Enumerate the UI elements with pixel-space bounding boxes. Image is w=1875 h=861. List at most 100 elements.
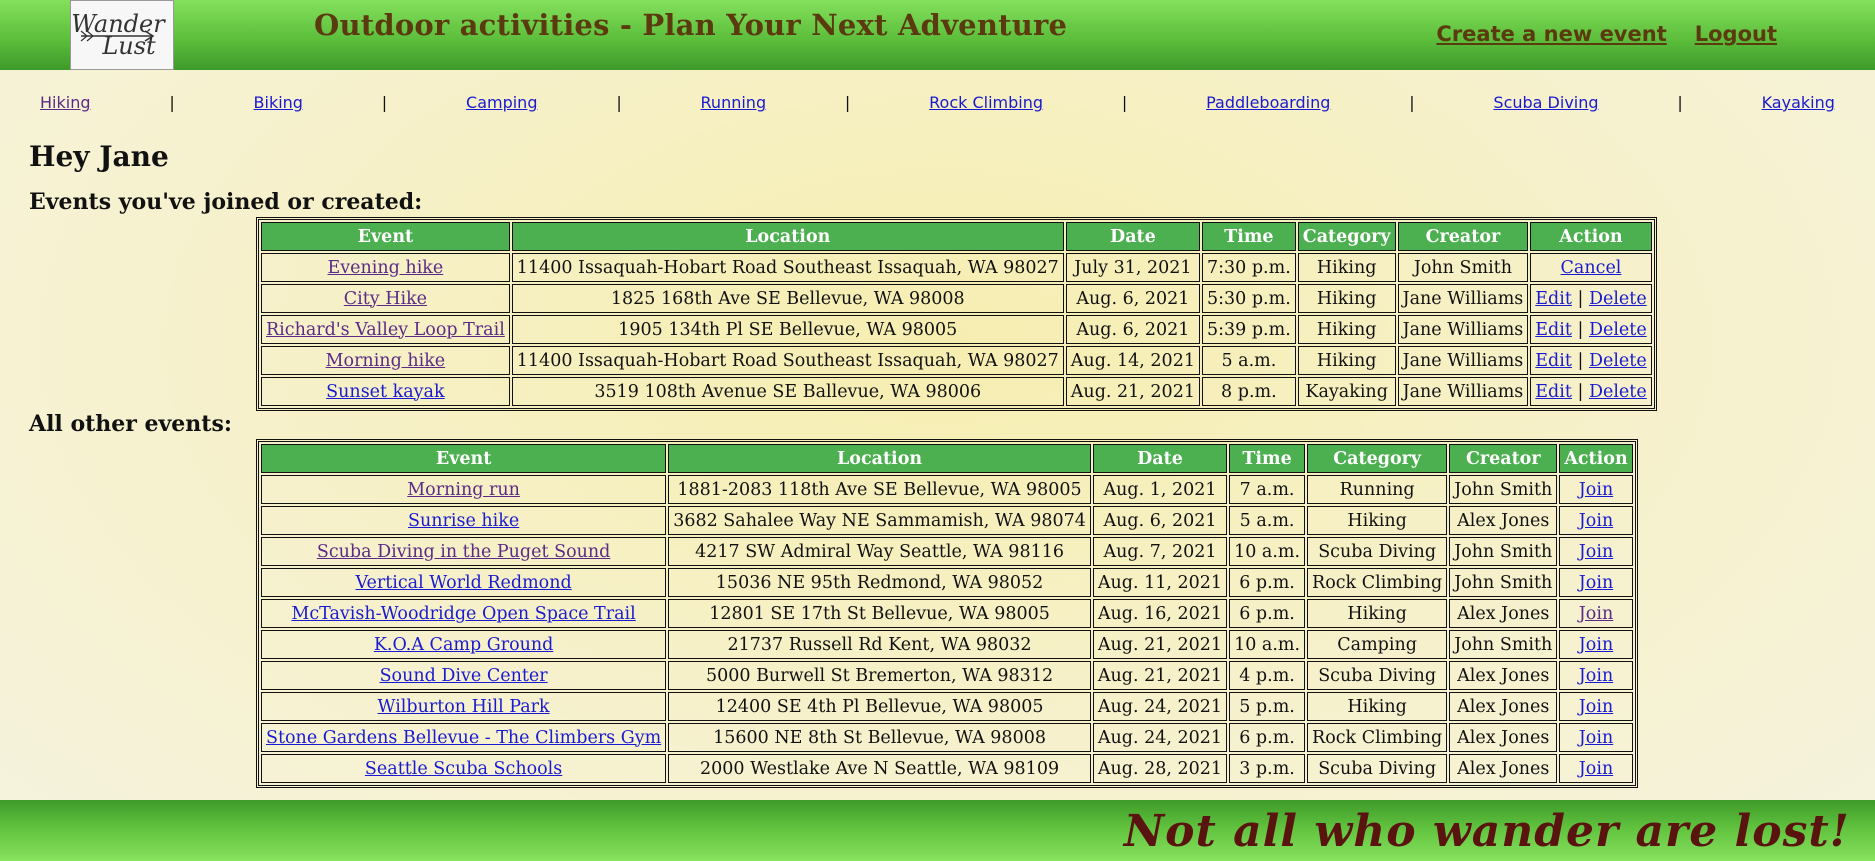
action-cell: Edit | Delete bbox=[1530, 346, 1652, 375]
creator-cell: Alex Jones bbox=[1449, 661, 1558, 690]
location-cell: 12801 SE 17th St Bellevue, WA 98005 bbox=[668, 599, 1091, 628]
date-cell: Aug. 11, 2021 bbox=[1092, 568, 1228, 597]
action-cell: Join bbox=[1559, 568, 1633, 597]
event-link[interactable]: Richard's Valley Loop Trail bbox=[266, 320, 505, 340]
time-cell: 5:39 p.m. bbox=[1201, 315, 1296, 344]
location-cell: 1825 168th Ave SE Bellevue, WA 98008 bbox=[511, 284, 1064, 313]
event-link[interactable]: McTavish-Woodridge Open Space Trail bbox=[291, 604, 635, 624]
event-link[interactable]: K.O.A Camp Ground bbox=[374, 635, 554, 655]
create-event-link[interactable]: Create a new event bbox=[1436, 22, 1666, 46]
nav-link-rock-climbing[interactable]: Rock Climbing bbox=[929, 93, 1043, 112]
join-link[interactable]: Join bbox=[1579, 759, 1613, 779]
nav-link-hiking[interactable]: Hiking bbox=[40, 93, 90, 112]
nav-link-camping[interactable]: Camping bbox=[466, 93, 537, 112]
event-link[interactable]: Vertical World Redmond bbox=[356, 573, 572, 593]
action-cell: Join bbox=[1559, 599, 1633, 628]
join-link[interactable]: Join bbox=[1579, 635, 1613, 655]
table-row: Scuba Diving in the Puget Sound 4217 SW A… bbox=[261, 537, 1633, 566]
table-row: K.O.A Camp Ground 21737 Russell Rd Kent, … bbox=[261, 630, 1633, 659]
category-cell: Hiking bbox=[1307, 599, 1448, 628]
time-cell: 7:30 p.m. bbox=[1201, 253, 1296, 282]
nav-link-kayaking[interactable]: Kayaking bbox=[1762, 93, 1835, 112]
event-link[interactable]: City Hike bbox=[344, 289, 427, 309]
column-header-event: Event bbox=[261, 222, 510, 251]
location-cell: 21737 Russell Rd Kent, WA 98032 bbox=[668, 630, 1091, 659]
date-cell: Aug. 24, 2021 bbox=[1092, 723, 1228, 752]
delete-link[interactable]: Delete bbox=[1589, 289, 1647, 309]
table-row: Sunrise hike 3682 Sahalee Way NE Sammamis… bbox=[261, 506, 1633, 535]
join-link[interactable]: Join bbox=[1579, 573, 1613, 593]
join-link[interactable]: Join bbox=[1579, 604, 1613, 624]
event-link[interactable]: Stone Gardens Bellevue - The Climbers Gy… bbox=[266, 728, 661, 748]
event-link[interactable]: Morning hike bbox=[326, 351, 446, 371]
nav-separator: | bbox=[1409, 93, 1415, 112]
table-row: City Hike 1825 168th Ave SE Bellevue, WA … bbox=[261, 284, 1652, 313]
date-cell: Aug. 6, 2021 bbox=[1092, 506, 1228, 535]
time-cell: 8 p.m. bbox=[1201, 377, 1296, 406]
join-link[interactable]: Join bbox=[1579, 666, 1613, 686]
column-header-category: Category bbox=[1307, 444, 1448, 473]
time-cell: 4 p.m. bbox=[1229, 661, 1306, 690]
event-cell: Wilburton Hill Park bbox=[261, 692, 667, 721]
nav-separator: | bbox=[1121, 93, 1128, 112]
event-link[interactable]: Sunrise hike bbox=[408, 511, 519, 531]
nav-link-paddleboarding[interactable]: Paddleboarding bbox=[1206, 93, 1330, 112]
time-cell: 5 a.m. bbox=[1229, 506, 1306, 535]
action-cell: Join bbox=[1559, 661, 1633, 690]
column-header-time: Time bbox=[1201, 222, 1296, 251]
delete-link[interactable]: Delete bbox=[1589, 320, 1647, 340]
table-row: Seattle Scuba Schools 2000 Westlake Ave N… bbox=[261, 754, 1633, 783]
wanderlust-logo[interactable]: Wander Lust bbox=[70, 0, 174, 70]
category-cell: Rock Climbing bbox=[1307, 723, 1448, 752]
time-cell: 5 p.m. bbox=[1229, 692, 1306, 721]
event-link[interactable]: Sound Dive Center bbox=[380, 666, 548, 686]
other-events-heading: All other events: bbox=[29, 411, 232, 437]
delete-link[interactable]: Delete bbox=[1589, 351, 1647, 371]
event-link[interactable]: Wilburton Hill Park bbox=[378, 697, 550, 717]
time-cell: 10 a.m. bbox=[1229, 537, 1306, 566]
table-row: Morning hike 11400 Issaquah-Hobart Road S… bbox=[261, 346, 1652, 375]
table-row: Stone Gardens Bellevue - The Climbers Gy… bbox=[261, 723, 1633, 752]
edit-link[interactable]: Edit bbox=[1535, 320, 1572, 340]
event-link[interactable]: Scuba Diving in the Puget Sound bbox=[317, 542, 611, 562]
location-cell: 2000 Westlake Ave N Seattle, WA 98109 bbox=[668, 754, 1091, 783]
page-title: Outdoor activities - Plan Your Next Adve… bbox=[314, 8, 1068, 42]
category-nav: Hiking | Biking | Camping | Running | Rock Climb… bbox=[40, 93, 1835, 112]
column-header-event: Event bbox=[261, 444, 667, 473]
edit-link[interactable]: Edit bbox=[1535, 289, 1572, 309]
join-link[interactable]: Join bbox=[1579, 511, 1613, 531]
event-cell: K.O.A Camp Ground bbox=[261, 630, 667, 659]
location-cell: 15600 NE 8th St Bellevue, WA 98008 bbox=[668, 723, 1091, 752]
join-link[interactable]: Join bbox=[1579, 542, 1613, 562]
nav-separator: | bbox=[381, 93, 388, 112]
column-header-category: Category bbox=[1297, 222, 1396, 251]
logout-link[interactable]: Logout bbox=[1695, 22, 1777, 46]
edit-link[interactable]: Edit bbox=[1535, 382, 1572, 402]
nav-link-scuba-diving[interactable]: Scuba Diving bbox=[1493, 93, 1598, 112]
date-cell: Aug. 14, 2021 bbox=[1065, 346, 1200, 375]
time-cell: 10 a.m. bbox=[1229, 630, 1306, 659]
nav-separator: | bbox=[844, 93, 851, 112]
cancel-link[interactable]: Cancel bbox=[1561, 258, 1622, 278]
edit-link[interactable]: Edit bbox=[1535, 351, 1572, 371]
event-link[interactable]: Morning run bbox=[407, 480, 520, 500]
column-header-action: Action bbox=[1530, 222, 1652, 251]
column-header-action: Action bbox=[1559, 444, 1633, 473]
join-link[interactable]: Join bbox=[1579, 697, 1613, 717]
creator-cell: Jane Williams bbox=[1397, 377, 1529, 406]
event-link[interactable]: Seattle Scuba Schools bbox=[365, 759, 562, 779]
nav-link-biking[interactable]: Biking bbox=[254, 93, 303, 112]
category-cell: Hiking bbox=[1307, 506, 1448, 535]
date-cell: Aug. 6, 2021 bbox=[1065, 315, 1200, 344]
action-cell: Join bbox=[1559, 537, 1633, 566]
location-cell: 3519 108th Avenue SE Ballevue, WA 98006 bbox=[511, 377, 1064, 406]
creator-cell: Alex Jones bbox=[1449, 723, 1558, 752]
delete-link[interactable]: Delete bbox=[1589, 382, 1647, 402]
nav-link-running[interactable]: Running bbox=[701, 93, 767, 112]
event-link[interactable]: Sunset kayak bbox=[326, 382, 444, 402]
category-cell: Scuba Diving bbox=[1307, 661, 1448, 690]
join-link[interactable]: Join bbox=[1579, 480, 1613, 500]
creator-cell: John Smith bbox=[1449, 568, 1558, 597]
event-link[interactable]: Evening hike bbox=[328, 258, 444, 278]
join-link[interactable]: Join bbox=[1579, 728, 1613, 748]
